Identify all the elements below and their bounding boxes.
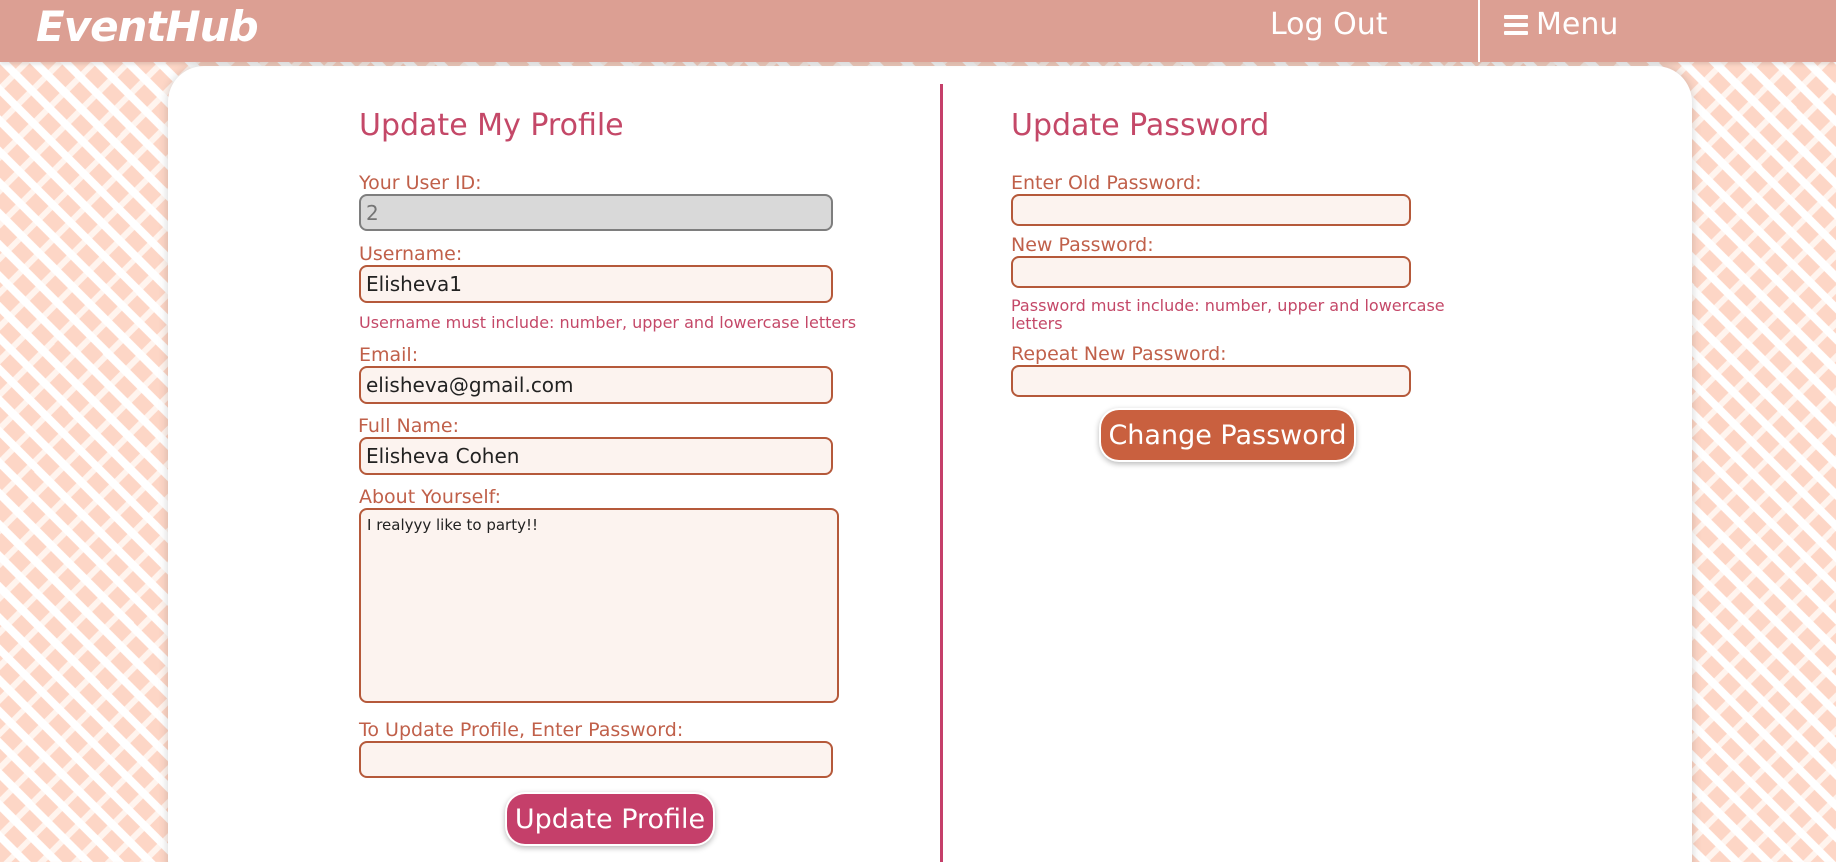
about-textarea[interactable]: I realyyy like to party!!: [359, 508, 839, 703]
username-hint: Username must include: number, upper and…: [359, 313, 857, 332]
logout-link[interactable]: Log Out: [1270, 0, 1388, 50]
profile-password-label: To Update Profile, Enter Password:: [359, 719, 684, 741]
user-id-label: Your User ID:: [359, 172, 482, 194]
user-id-field: [359, 194, 833, 231]
username-label: Username:: [359, 243, 463, 265]
app-logo[interactable]: EventHub: [36, 0, 259, 54]
password-hint: Password must include: number, upper and…: [1011, 296, 1445, 333]
hamburger-menu-icon: [1504, 15, 1528, 35]
menu-label: Menu: [1536, 7, 1619, 42]
username-field[interactable]: [359, 265, 833, 303]
email-label: Email:: [359, 344, 419, 366]
new-password-label: New Password:: [1011, 234, 1154, 256]
old-password-field[interactable]: [1011, 194, 1411, 226]
repeat-password-label: Repeat New Password:: [1011, 343, 1227, 365]
about-label: About Yourself:: [359, 486, 502, 508]
profile-password-field[interactable]: [359, 741, 833, 778]
profile-section-title: Update My Profile: [359, 108, 624, 143]
update-profile-button[interactable]: Update Profile: [507, 794, 713, 844]
new-password-field[interactable]: [1011, 256, 1411, 288]
repeat-password-field[interactable]: [1011, 365, 1411, 397]
fullname-label: Full Name:: [358, 415, 459, 437]
fullname-field[interactable]: [359, 437, 833, 475]
email-field[interactable]: [359, 366, 833, 404]
change-password-button[interactable]: Change Password: [1101, 410, 1354, 460]
section-divider: [940, 84, 943, 862]
password-section-title: Update Password: [1011, 108, 1270, 143]
old-password-label: Enter Old Password:: [1011, 172, 1202, 194]
top-header: EventHub Log Out Menu: [0, 0, 1836, 62]
header-divider: [1478, 0, 1480, 62]
menu-button[interactable]: Menu: [1504, 0, 1618, 50]
